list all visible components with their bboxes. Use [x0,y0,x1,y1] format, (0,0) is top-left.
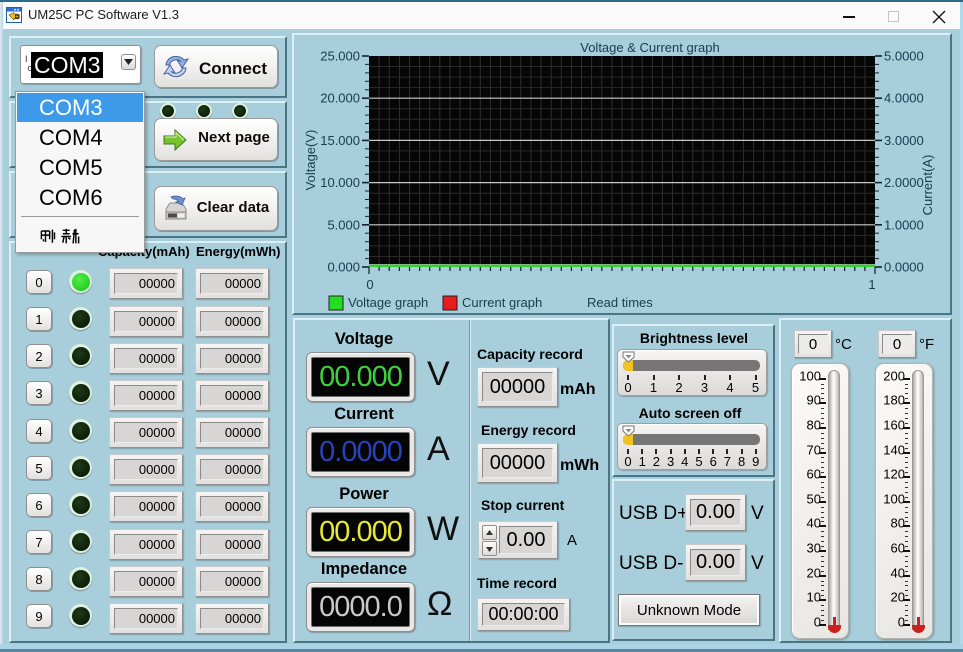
svg-text:Read times: Read times [587,295,653,310]
svg-text:2.0000: 2.0000 [884,175,924,190]
svg-text:Voltage & Current graph: Voltage & Current graph [580,40,719,55]
svg-text:Voltage graph: Voltage graph [348,295,428,310]
svg-text:25.000: 25.000 [320,49,360,64]
svg-text:Current graph: Current graph [462,295,542,310]
svg-text:Current(A): Current(A) [920,155,935,216]
svg-text:10.000: 10.000 [320,175,360,190]
svg-text:0: 0 [366,277,373,292]
svg-text:5.000: 5.000 [327,217,360,232]
svg-text:1: 1 [868,277,875,292]
svg-text:15.000: 15.000 [320,133,360,148]
svg-text:3.0000: 3.0000 [884,133,924,148]
svg-text:4.0000: 4.0000 [884,91,924,106]
svg-text:0.000: 0.000 [327,260,360,275]
svg-text:5.0000: 5.0000 [884,49,924,64]
svg-text:20.000: 20.000 [320,91,360,106]
svg-text:Voltage(V): Voltage(V) [303,130,318,191]
svg-text:0.0000: 0.0000 [884,260,924,275]
svg-text:1.0000: 1.0000 [884,217,924,232]
